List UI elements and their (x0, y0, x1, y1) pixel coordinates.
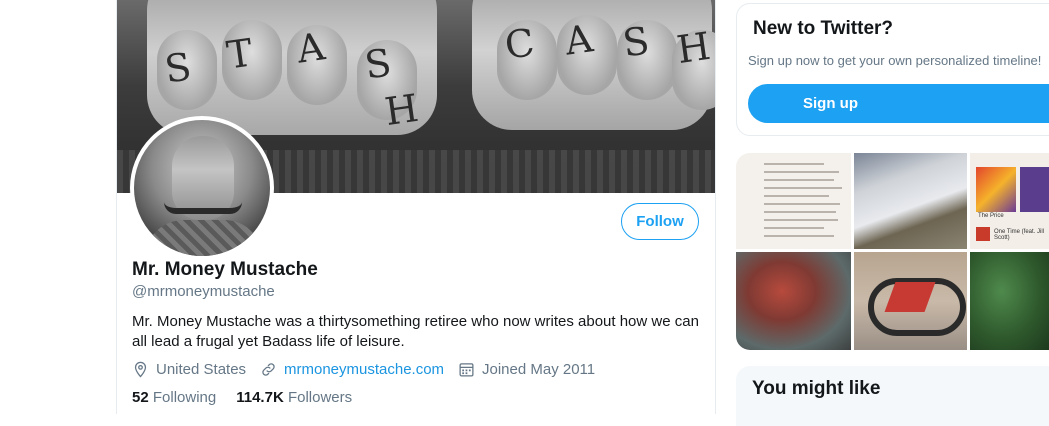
profile-location: United States (132, 359, 246, 379)
calendar-icon (459, 362, 474, 377)
following-link[interactable]: 52 Following (132, 389, 216, 406)
display-name: Mr. Money Mustache (132, 259, 318, 280)
followers-link[interactable]: 114.7K Followers (236, 389, 352, 406)
you-might-like-title: You might like (752, 378, 881, 399)
following-label: Following (152, 389, 217, 406)
following-count: 52 (132, 389, 149, 406)
new-to-twitter-title: New to Twitter? (753, 18, 894, 39)
banner-letter: A (294, 24, 328, 72)
media-tile[interactable] (970, 252, 1049, 350)
bio: Mr. Money Mustache was a thirtysomething… (132, 313, 699, 350)
banner-letter: H (674, 23, 714, 73)
profile-joined: Joined May 2011 (458, 359, 595, 379)
media-grid: The Price One Time (feat. Jill Scott) (736, 153, 1049, 350)
banner-letter: H (382, 85, 422, 135)
banner-letter: C (502, 20, 537, 68)
followers-count: 114.7K (236, 389, 284, 406)
signup-label: Sign up (803, 95, 858, 112)
media-tile[interactable] (736, 153, 851, 249)
main-column-border (715, 0, 716, 414)
url-link[interactable]: mrmoneymustache.com (284, 361, 444, 378)
link-icon (262, 362, 275, 376)
media-tile[interactable] (854, 252, 967, 350)
you-might-like-card: You might like (736, 366, 1049, 426)
handle: @mrmoneymustache (132, 283, 275, 300)
media-tile[interactable]: The Price One Time (feat. Jill Scott) (970, 153, 1049, 249)
media-tile[interactable] (736, 252, 851, 350)
signup-button[interactable]: Sign up (748, 84, 1049, 123)
new-to-twitter-subtitle: Sign up now to get your own personalized… (748, 53, 1042, 68)
banner-letter: A (562, 16, 596, 64)
joined-text: Joined May 2011 (482, 360, 596, 378)
avatar-mustache (164, 190, 242, 214)
follow-button[interactable]: Follow (621, 203, 699, 240)
profile-url[interactable]: mrmoneymustache.com (260, 359, 444, 379)
follow-counts: 52 Following 114.7K Followers (132, 389, 352, 406)
avatar-shirt (144, 220, 264, 256)
new-to-twitter-card: New to Twitter? Sign up now to get your … (736, 3, 1049, 136)
location-pin-icon (134, 361, 147, 378)
media-tile[interactable] (854, 153, 967, 249)
tile-title: The Price (978, 213, 1004, 219)
avatar[interactable] (130, 116, 274, 260)
tile-track: One Time (feat. Jill Scott) (994, 229, 1045, 241)
followers-label: Followers (287, 389, 353, 406)
location-text: United States (156, 360, 247, 378)
